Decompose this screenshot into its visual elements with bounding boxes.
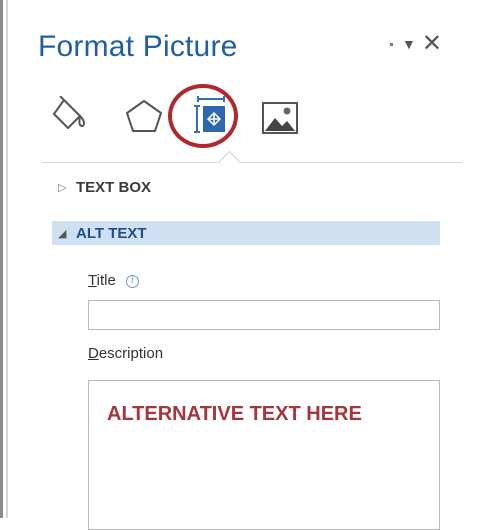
grip-dot-icon (390, 42, 393, 46)
description-label: Description (88, 345, 163, 362)
format-tabs (44, 84, 344, 154)
tab-effects[interactable] (124, 98, 164, 139)
active-tab-pointer (218, 150, 241, 173)
title-input[interactable] (88, 300, 440, 330)
description-value: ALTERNATIVE TEXT HERE (107, 403, 362, 425)
picture-icon (262, 102, 298, 134)
collapse-arrow-icon: ◢ (58, 227, 67, 240)
paint-bucket-icon (53, 95, 85, 129)
expand-arrow-icon: ▷ (58, 181, 67, 194)
task-pane-options-icon[interactable]: ▼ (402, 36, 416, 52)
title-label-rest: itle (96, 272, 116, 289)
pane-controls: ▼ ✕ (390, 32, 442, 56)
tab-picture[interactable] (262, 102, 298, 139)
section-label: TEXT BOX (76, 178, 152, 196)
layout-properties-icon (194, 96, 225, 133)
format-picture-pane: Format Picture ▼ ✕ ▷ TEXT BOX ◢ ALT TEXT… (8, 0, 481, 530)
tab-fill-line[interactable] (50, 95, 92, 137)
description-label-rest: escription (98, 345, 164, 362)
title-label-accel: T (88, 272, 97, 289)
window-border (0, 0, 3, 518)
description-input[interactable]: ALTERNATIVE TEXT HERE (88, 380, 440, 530)
description-label-accel: D (88, 345, 99, 362)
pane-title: Format Picture (38, 30, 238, 63)
section-label: ALT TEXT (76, 224, 147, 242)
close-icon[interactable]: ✕ (422, 32, 442, 56)
section-text-box[interactable]: ▷ TEXT BOX (52, 175, 440, 199)
info-icon[interactable]: i (125, 275, 139, 288)
section-alt-text[interactable]: ◢ ALT TEXT (52, 221, 440, 245)
tab-size-properties[interactable] (194, 96, 228, 141)
title-label: Title i (88, 272, 139, 289)
pentagon-icon (126, 100, 162, 132)
tab-divider (42, 162, 462, 163)
